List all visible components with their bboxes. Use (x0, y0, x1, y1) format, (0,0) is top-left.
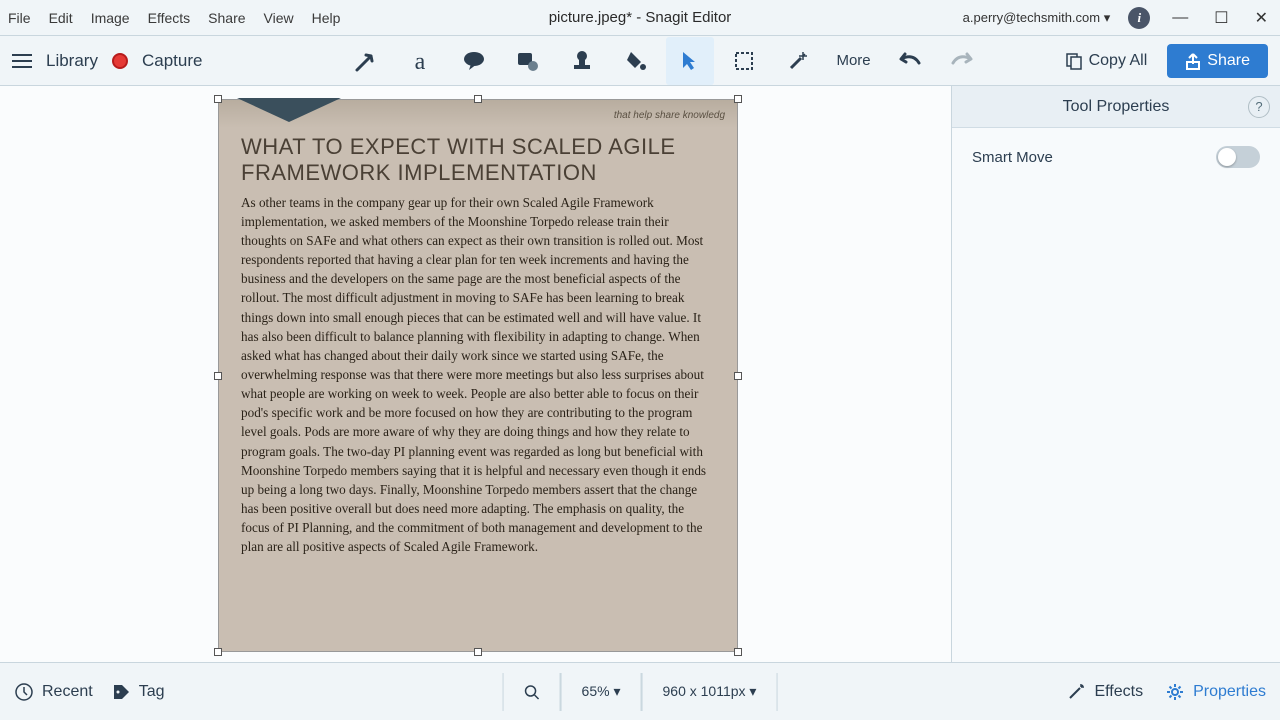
menu-share[interactable]: Share (208, 10, 245, 26)
record-icon[interactable] (112, 53, 128, 69)
resize-handle-tr[interactable] (734, 95, 742, 103)
redo-button[interactable] (939, 37, 987, 85)
copy-all-button[interactable]: Copy All (1055, 46, 1158, 76)
window-title: picture.jpeg* - Snagit Editor (549, 9, 732, 26)
dimensions[interactable]: 960 x 1011px ▾ (641, 673, 777, 711)
fill-tool[interactable] (612, 37, 660, 85)
maximize-button[interactable]: ☐ (1210, 8, 1232, 28)
copy-icon (1065, 52, 1083, 70)
menu-view[interactable]: View (264, 10, 294, 26)
recent-label: Recent (42, 683, 93, 701)
main-area: that help share knowledg WHAT TO EXPECT … (0, 86, 1280, 662)
library-button[interactable]: Library (46, 51, 98, 71)
gear-icon (1165, 682, 1185, 702)
toolbar-right: Copy All Share (1055, 44, 1268, 78)
magic-wand-tool[interactable] (774, 37, 822, 85)
wand-icon (1066, 682, 1086, 702)
smart-move-toggle[interactable] (1216, 146, 1260, 168)
dimensions-value: 960 x 1011px ▾ (662, 683, 756, 700)
tag-label: Tag (139, 683, 165, 701)
resize-handle-br[interactable] (734, 648, 742, 656)
triangle-graphic (237, 98, 341, 122)
properties-body: Smart Move (952, 128, 1280, 186)
resize-handle-tl[interactable] (214, 95, 222, 103)
zoom-search[interactable] (503, 673, 561, 711)
statusbar-center: 65% ▾ 960 x 1011px ▾ (503, 673, 778, 711)
arrow-tool[interactable] (342, 37, 390, 85)
effects-button[interactable]: Effects (1066, 682, 1143, 702)
copy-all-label: Copy All (1089, 52, 1148, 70)
toolbar-tools: a More (342, 37, 986, 85)
menu-items: File Edit Image Effects Share View Help (8, 10, 340, 26)
document-title: WHAT TO EXPECT WITH SCALED AGILE FRAMEWO… (219, 128, 737, 191)
recent-button[interactable]: Recent (14, 682, 93, 702)
info-icon[interactable]: i (1128, 7, 1150, 29)
share-icon (1185, 52, 1201, 70)
resize-handle-mr[interactable] (734, 372, 742, 380)
resize-handle-bc[interactable] (474, 648, 482, 656)
smart-move-row: Smart Move (972, 146, 1260, 168)
undo-button[interactable] (885, 37, 933, 85)
menu-file[interactable]: File (8, 10, 31, 26)
hamburger-icon[interactable] (12, 54, 32, 68)
properties-panel: Tool Properties ? Smart Move (952, 86, 1280, 662)
user-account[interactable]: a.perry@techsmith.com ▾ (963, 10, 1111, 26)
properties-title: Tool Properties (1063, 98, 1170, 116)
menu-bar: File Edit Image Effects Share View Help … (0, 0, 1280, 36)
resize-handle-tc[interactable] (474, 95, 482, 103)
callout-tool[interactable] (450, 37, 498, 85)
zoom-value: 65% ▾ (582, 683, 621, 700)
search-icon (524, 684, 540, 700)
minimize-button[interactable]: — (1168, 9, 1192, 27)
document-header: that help share knowledg (219, 100, 737, 128)
document-body: As other teams in the company gear up fo… (219, 191, 737, 567)
effects-label: Effects (1094, 683, 1143, 701)
stamp-tool[interactable] (558, 37, 606, 85)
smart-move-label: Smart Move (972, 149, 1053, 166)
statusbar-right: Effects Properties (1066, 682, 1266, 702)
resize-handle-ml[interactable] (214, 372, 222, 380)
move-tool[interactable] (666, 37, 714, 85)
zoom-level[interactable]: 65% ▾ (561, 673, 642, 711)
menu-effects[interactable]: Effects (148, 10, 191, 26)
help-icon[interactable]: ? (1248, 96, 1270, 118)
tag-button[interactable]: Tag (111, 682, 165, 702)
more-tools[interactable]: More (828, 52, 878, 69)
menu-image[interactable]: Image (91, 10, 130, 26)
share-button[interactable]: Share (1167, 44, 1268, 78)
menu-help[interactable]: Help (312, 10, 341, 26)
share-label: Share (1207, 52, 1250, 70)
toolbar-left: Library Capture (12, 51, 202, 71)
document-image[interactable]: that help share knowledg WHAT TO EXPECT … (218, 99, 738, 652)
resize-handle-bl[interactable] (214, 648, 222, 656)
window-controls: a.perry@techsmith.com ▾ i — ☐ ✕ (963, 7, 1272, 29)
selection-tool[interactable] (720, 37, 768, 85)
document-subheader: that help share knowledg (614, 110, 725, 121)
canvas[interactable]: that help share knowledg WHAT TO EXPECT … (0, 86, 952, 662)
properties-header: Tool Properties ? (952, 86, 1280, 128)
svg-text:a: a (415, 49, 426, 74)
shape-tool[interactable] (504, 37, 552, 85)
statusbar-left: Recent Tag (14, 682, 165, 702)
menu-edit[interactable]: Edit (49, 10, 73, 26)
properties-label: Properties (1193, 683, 1266, 701)
clock-icon (14, 682, 34, 702)
toolbar: Library Capture a More Copy All Share (0, 36, 1280, 86)
close-button[interactable]: ✕ (1251, 8, 1272, 28)
properties-button[interactable]: Properties (1165, 682, 1266, 702)
tag-icon (111, 682, 131, 702)
status-bar: Recent Tag 65% ▾ 960 x 1011px ▾ Effects … (0, 662, 1280, 720)
text-tool[interactable]: a (396, 37, 444, 85)
capture-button[interactable]: Capture (142, 51, 202, 71)
